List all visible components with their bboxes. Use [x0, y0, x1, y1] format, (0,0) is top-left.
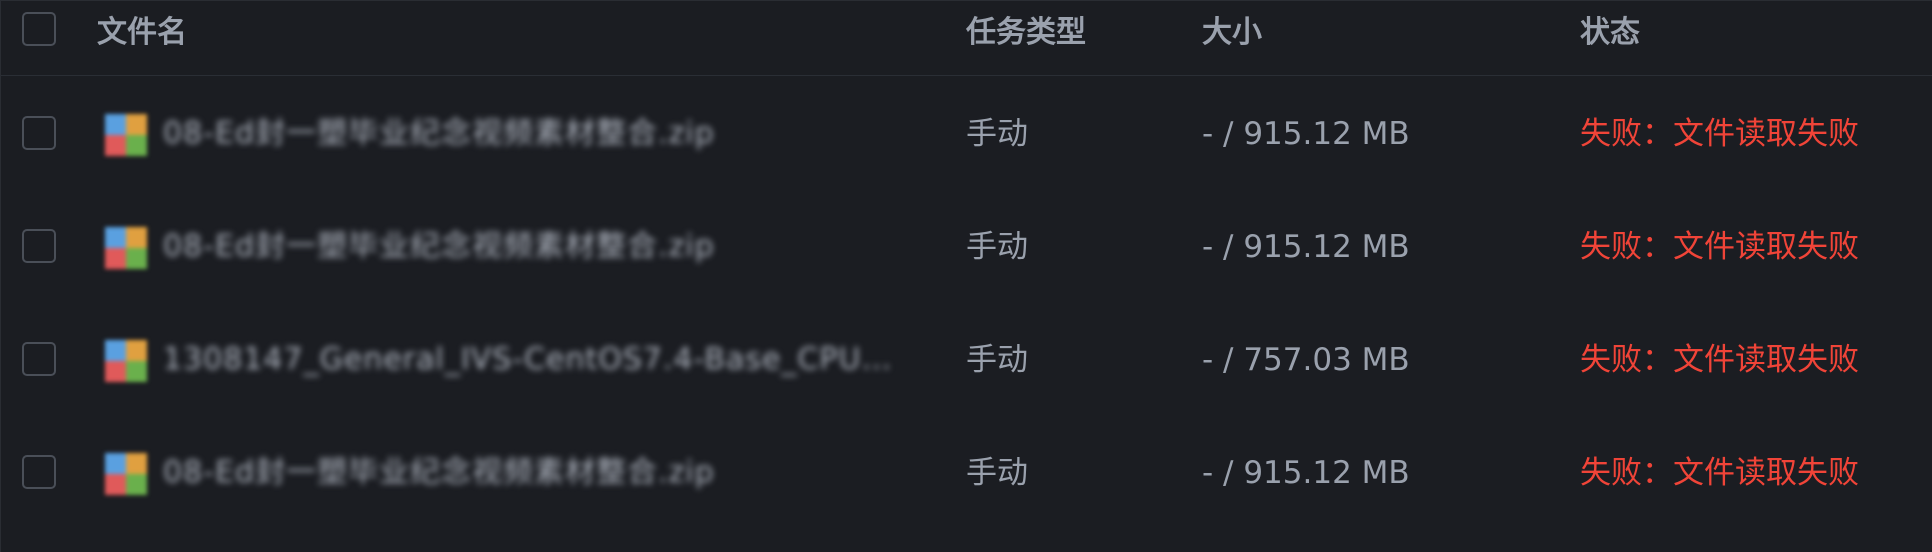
column-header-status[interactable]: 状态 [1580, 14, 1640, 52]
column-header-filename[interactable]: 文件名 [97, 14, 187, 52]
row-checkbox[interactable] [22, 116, 56, 150]
archive-icon [105, 453, 147, 495]
status-text: 失败：文件读取失败 [1580, 116, 1859, 152]
archive-icon [105, 340, 147, 382]
row-checkbox[interactable] [22, 342, 56, 376]
archive-icon [105, 227, 147, 269]
column-header-size[interactable]: 大小 [1202, 14, 1262, 52]
status-text: 失败：文件读取失败 [1580, 455, 1859, 491]
file-name[interactable]: 08-Ed封一塑毕业纪念视频素材整合.zip [163, 113, 893, 155]
file-name[interactable]: 08-Ed封一塑毕业纪念视频素材整合.zip [163, 452, 893, 494]
table-header: 文件名 任务类型 大小 状态 [1, 1, 1932, 76]
file-name[interactable]: 1308147_General_IVS-CentOS7.4-Base_CPU-X… [163, 339, 893, 381]
file-size: - / 915.12 MB [1202, 116, 1410, 152]
table-row[interactable]: 08-Ed封一塑毕业纪念视频素材整合.zip 手动 - / 915.12 MB … [1, 190, 1932, 303]
row-checkbox[interactable] [22, 229, 56, 263]
task-type: 手动 [966, 116, 1028, 152]
file-size: - / 915.12 MB [1202, 455, 1410, 491]
task-type: 手动 [966, 229, 1028, 265]
table-row[interactable]: 08-Ed封一塑毕业纪念视频素材整合.zip 手动 - / 915.12 MB … [1, 77, 1932, 190]
file-name[interactable]: 08-Ed封一塑毕业纪念视频素材整合.zip [163, 226, 893, 268]
table-row[interactable]: 1308147_General_IVS-CentOS7.4-Base_CPU-X… [1, 303, 1932, 416]
table-row[interactable]: 08-Ed封一塑毕业纪念视频素材整合.zip 手动 - / 915.12 MB … [1, 416, 1932, 529]
file-task-table: 文件名 任务类型 大小 状态 08-Ed封一塑毕业纪念视频素材整合.zip 手动… [0, 0, 1932, 552]
archive-icon [105, 114, 147, 156]
row-checkbox[interactable] [22, 455, 56, 489]
select-all-checkbox[interactable] [22, 12, 56, 46]
file-size: - / 757.03 MB [1202, 342, 1410, 378]
task-type: 手动 [966, 455, 1028, 491]
status-text: 失败：文件读取失败 [1580, 342, 1859, 378]
status-text: 失败：文件读取失败 [1580, 229, 1859, 265]
task-type: 手动 [966, 342, 1028, 378]
file-size: - / 915.12 MB [1202, 229, 1410, 265]
column-header-task-type[interactable]: 任务类型 [966, 14, 1086, 52]
